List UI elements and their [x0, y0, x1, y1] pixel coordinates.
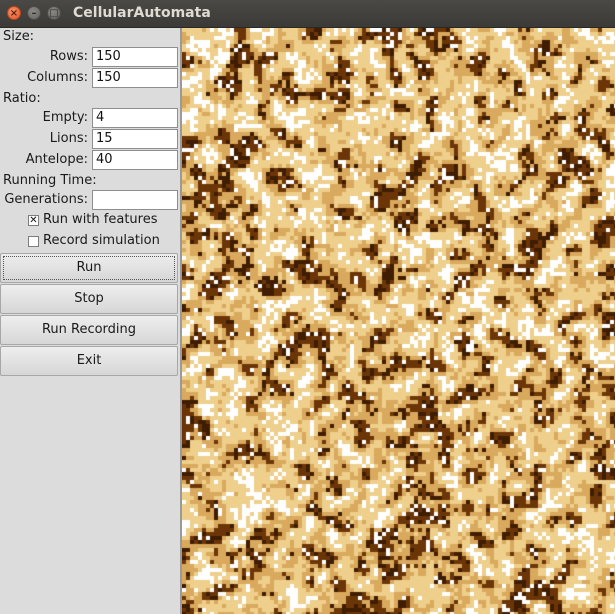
rows-field[interactable]: 150 — [92, 47, 178, 67]
empty-label: Empty: — [42, 110, 88, 125]
ratio-label: Ratio: — [3, 91, 41, 106]
record-simulation-checkbox[interactable] — [28, 236, 39, 247]
antelope-field[interactable]: 40 — [92, 150, 178, 170]
run-with-features-label[interactable]: Run with features — [43, 212, 157, 227]
record-simulation-label[interactable]: Record simulation — [43, 233, 160, 248]
columns-field[interactable]: 150 — [92, 68, 178, 88]
generations-label: Generations: — [4, 192, 88, 207]
close-icon[interactable]: × — [7, 6, 21, 20]
size-label: Size: — [3, 29, 35, 44]
empty-field[interactable]: 4 — [92, 108, 178, 128]
running-time-label: Running Time: — [3, 173, 97, 188]
lions-field[interactable]: 15 — [92, 129, 178, 149]
run-button[interactable]: Run — [0, 253, 178, 283]
run-recording-button[interactable]: Run Recording — [0, 315, 178, 345]
exit-button[interactable]: Exit — [0, 346, 178, 376]
rows-label: Rows: — [49, 49, 88, 64]
minimize-icon[interactable]: – — [27, 6, 41, 20]
window-title: CellularAutomata — [73, 5, 211, 21]
antelope-label: Antelope: — [25, 152, 88, 167]
title-bar: × – □ CellularAutomata — [0, 0, 615, 28]
control-panel: Size: Rows: 150 Columns: 150 Ratio: Empt… — [0, 28, 180, 614]
generations-field[interactable] — [92, 190, 178, 210]
simulation-grid — [180, 28, 615, 614]
maximize-icon[interactable]: □ — [47, 6, 61, 20]
run-with-features-checkbox[interactable]: ✕ — [28, 215, 39, 226]
stop-button[interactable]: Stop — [0, 284, 178, 314]
simulation-canvas — [182, 28, 615, 614]
lions-label: Lions: — [49, 131, 88, 146]
columns-label: Columns: — [27, 70, 88, 85]
